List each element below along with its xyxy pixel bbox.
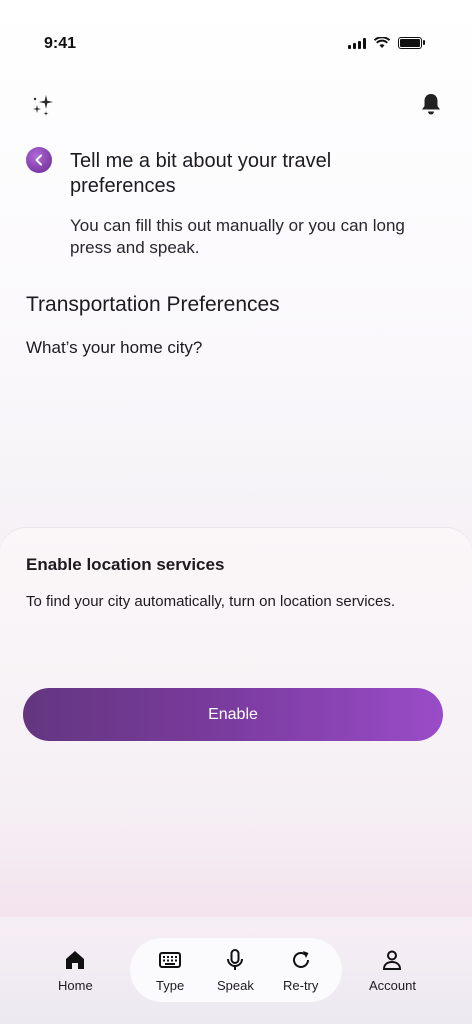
refresh-icon xyxy=(292,951,309,968)
nav-speak[interactable]: Speak xyxy=(217,948,254,993)
nav-retry[interactable]: Re-try xyxy=(283,948,318,993)
bottom-nav: Home Type Speak Re-try Account xyxy=(0,917,472,1024)
status-icons xyxy=(348,37,425,49)
status-time: 9:41 xyxy=(44,35,77,52)
microphone-icon xyxy=(227,949,244,970)
nav-type[interactable]: Type xyxy=(156,948,184,993)
battery-icon xyxy=(398,37,425,49)
account-icon xyxy=(383,950,402,970)
nav-retry-label: Re-try xyxy=(283,978,319,993)
section-title: Transportation Preferences xyxy=(26,293,280,316)
nav-account[interactable]: Account xyxy=(369,948,416,993)
nav-home[interactable]: Home xyxy=(58,948,93,993)
back-button[interactable] xyxy=(26,147,52,173)
nav-type-label: Type xyxy=(156,978,185,993)
page-subtitle: You can fill this out manually or you ca… xyxy=(70,216,405,257)
keyboard-icon xyxy=(159,952,182,968)
status-bar: 9:41 xyxy=(0,0,472,88)
sheet-title: Enable location services xyxy=(26,555,225,574)
wifi-icon xyxy=(374,37,390,48)
enable-button[interactable]: Enable xyxy=(23,688,443,741)
chevron-left-icon xyxy=(35,154,42,166)
signal-icon xyxy=(348,37,366,49)
nav-account-label: Account xyxy=(369,978,416,993)
location-sheet: Enable location services To find your ci… xyxy=(0,527,472,918)
nav-home-label: Home xyxy=(58,978,93,993)
home-city-question: What’s your home city? xyxy=(26,338,203,357)
bell-icon[interactable] xyxy=(420,92,442,116)
nav-speak-label: Speak xyxy=(217,978,254,993)
page-title: Tell me a bit about your travel preferen… xyxy=(70,150,332,197)
home-icon xyxy=(66,951,85,969)
sheet-body: To find your city automatically, turn on… xyxy=(26,593,396,610)
sparkle-icon[interactable] xyxy=(30,92,56,118)
